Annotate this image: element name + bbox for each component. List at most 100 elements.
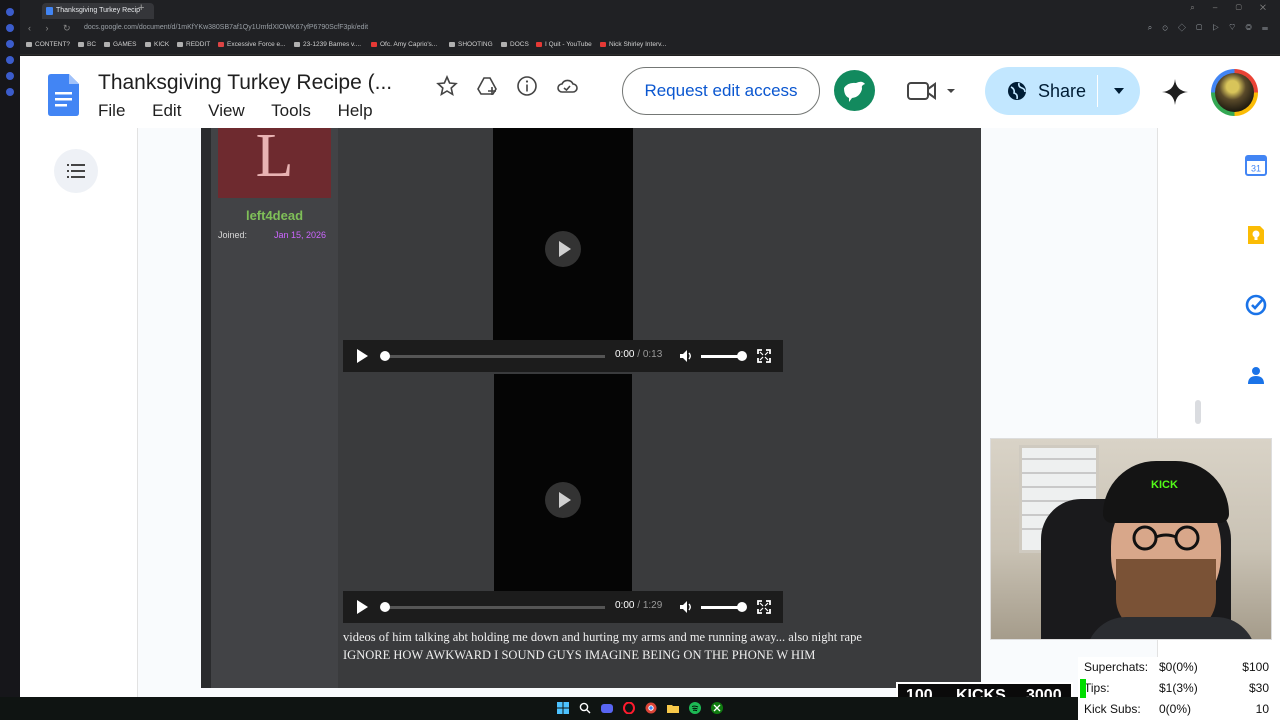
keep-icon[interactable] bbox=[1245, 224, 1267, 246]
forum-edge bbox=[201, 128, 211, 688]
seek-bar[interactable] bbox=[383, 606, 605, 609]
request-edit-access-button[interactable]: Request edit access bbox=[622, 67, 820, 115]
bookmark-folder[interactable]: BC bbox=[78, 41, 96, 48]
bookmark-folder[interactable]: GAMES bbox=[104, 41, 136, 48]
extensions-toolbar[interactable]: ⌕ ⊙ ◇ ▢ ▷ ♡ ◎ ☰ bbox=[1148, 23, 1272, 33]
sidebar-app-icon[interactable] bbox=[6, 56, 14, 64]
bird-icon bbox=[844, 81, 865, 102]
play-icon[interactable] bbox=[357, 349, 368, 363]
menu-file[interactable]: File bbox=[98, 101, 125, 120]
bookmark-link[interactable]: 23-1239 Barnes v.... bbox=[294, 41, 361, 48]
fullscreen-icon[interactable] bbox=[757, 349, 771, 363]
contacts-icon[interactable] bbox=[1245, 364, 1267, 386]
user-avatar: L bbox=[218, 125, 331, 198]
folder-icon[interactable] bbox=[667, 702, 679, 714]
menu-view[interactable]: View bbox=[208, 101, 245, 120]
bookmark-link[interactable]: Ofc. Amy Caprio's... bbox=[371, 41, 437, 48]
side-panel-scrollbar[interactable] bbox=[1195, 400, 1201, 424]
seek-knob[interactable] bbox=[380, 351, 390, 361]
video-controls-2: 0:00 / 1:29 bbox=[343, 591, 783, 623]
video-time: 0:00 / 1:29 bbox=[615, 600, 663, 611]
volume-slider[interactable] bbox=[701, 606, 741, 609]
stat-target: $30 bbox=[1248, 681, 1269, 695]
sidebar-app-icon[interactable] bbox=[6, 40, 14, 48]
video-player-2[interactable] bbox=[494, 374, 632, 591]
new-tab-button[interactable]: + bbox=[138, 2, 144, 14]
stat-value: $0(0%) bbox=[1159, 660, 1198, 674]
cloud-saved-icon[interactable] bbox=[556, 75, 578, 97]
seek-knob[interactable] bbox=[380, 602, 390, 612]
account-avatar[interactable] bbox=[1211, 69, 1258, 116]
url-field[interactable]: docs.google.com/document/d/1mKfYKw380SB7… bbox=[84, 24, 368, 31]
tab-title: Thanksgiving Turkey Recip bbox=[56, 7, 141, 14]
browser-sidebar bbox=[0, 0, 20, 697]
discord-icon[interactable] bbox=[601, 702, 613, 714]
stat-target: 10 bbox=[1255, 702, 1269, 716]
joined-label: Joined: bbox=[218, 230, 248, 240]
tasks-icon[interactable] bbox=[1245, 294, 1267, 316]
glasses-icon bbox=[1132, 525, 1200, 551]
menu-help[interactable]: Help bbox=[338, 101, 373, 120]
stat-row-superchats: Superchats: $0(0%) $100 bbox=[1084, 660, 1269, 674]
play-overlay-icon[interactable] bbox=[545, 231, 581, 267]
volume-icon[interactable] bbox=[679, 600, 693, 614]
document-outline-button[interactable] bbox=[54, 149, 98, 193]
menu-tools[interactable]: Tools bbox=[271, 101, 311, 120]
video-camera-icon bbox=[907, 82, 955, 100]
chrome-icon[interactable] bbox=[645, 702, 657, 714]
bookmark-folder[interactable]: DOCS bbox=[501, 41, 529, 48]
gemini-spark-icon[interactable] bbox=[1161, 78, 1189, 106]
sidebar-app-icon[interactable] bbox=[6, 72, 14, 80]
volume-slider[interactable] bbox=[701, 355, 741, 358]
star-icon[interactable] bbox=[436, 75, 458, 97]
stat-row-tips: Tips: $1(3%) $30 bbox=[1084, 681, 1269, 695]
share-divider bbox=[1097, 75, 1098, 107]
xbox-icon[interactable] bbox=[711, 702, 723, 714]
share-label: Share bbox=[1038, 81, 1087, 101]
bookmark-link[interactable]: I Quit - YouTube bbox=[536, 41, 592, 48]
bird-extension-button[interactable] bbox=[834, 70, 875, 111]
docs-logo-icon[interactable] bbox=[48, 74, 79, 116]
window-controls[interactable]: ⌕ – ▢ ✕ bbox=[1190, 3, 1274, 13]
stat-value: $1(3%) bbox=[1159, 681, 1198, 695]
sidebar-app-icon[interactable] bbox=[6, 88, 14, 96]
search-icon[interactable] bbox=[579, 702, 591, 714]
chevron-down-icon[interactable] bbox=[1113, 86, 1125, 96]
tab-bar: Thanksgiving Turkey Recip + ⌕ – ▢ ✕ bbox=[20, 0, 1280, 20]
move-to-drive-icon[interactable] bbox=[476, 75, 498, 97]
info-icon[interactable] bbox=[516, 75, 538, 97]
embedded-forum-screenshot: L left4dead Joined: Jan 15, 2026 0:00 / … bbox=[201, 125, 981, 688]
stat-row-kick-subs: Kick Subs: 0(0%) 10 bbox=[1084, 702, 1269, 716]
bookmark-folder[interactable]: CONTENT? bbox=[26, 41, 70, 48]
volume-icon[interactable] bbox=[679, 349, 693, 363]
bookmark-folder[interactable]: REDDIT bbox=[177, 41, 210, 48]
bookmark-folder[interactable]: SHOOTING bbox=[449, 41, 493, 48]
cap-logo-text: KICK bbox=[1151, 479, 1178, 491]
sidebar-app-icon[interactable] bbox=[6, 8, 14, 16]
meet-button[interactable] bbox=[906, 80, 962, 107]
bookmark-link[interactable]: Excessive Force e... bbox=[218, 41, 286, 48]
stat-label: Kick Subs: bbox=[1084, 702, 1141, 716]
windows-start-icon[interactable] bbox=[557, 702, 569, 714]
share-button[interactable]: Share bbox=[985, 67, 1097, 115]
bookmark-folder[interactable]: KICK bbox=[145, 41, 169, 48]
document-title[interactable]: Thanksgiving Turkey Recipe (... bbox=[98, 71, 392, 95]
opera-icon[interactable] bbox=[623, 702, 635, 714]
volume-knob[interactable] bbox=[737, 351, 747, 361]
play-icon[interactable] bbox=[357, 600, 368, 614]
spotify-icon[interactable] bbox=[689, 702, 701, 714]
webcam-overlay: KICK bbox=[990, 438, 1272, 640]
calendar-icon[interactable]: 31 bbox=[1245, 154, 1267, 176]
volume-knob[interactable] bbox=[737, 602, 747, 612]
bookmark-link[interactable]: Nick Shirley Interv... bbox=[600, 41, 666, 48]
video-controls-1: 0:00 / 0:13 bbox=[343, 340, 783, 372]
video-player-1[interactable] bbox=[493, 128, 633, 340]
nav-buttons[interactable]: ‹ › ↻ bbox=[28, 23, 77, 34]
caption-line: IGNORE HOW AWKWARD I SOUND GUYS IMAGINE … bbox=[343, 648, 816, 662]
tips-progress-indicator bbox=[1080, 679, 1086, 698]
menu-edit[interactable]: Edit bbox=[152, 101, 181, 120]
seek-bar[interactable] bbox=[383, 355, 605, 358]
play-overlay-icon[interactable] bbox=[545, 482, 581, 518]
sidebar-app-icon[interactable] bbox=[6, 24, 14, 32]
fullscreen-icon[interactable] bbox=[757, 600, 771, 614]
